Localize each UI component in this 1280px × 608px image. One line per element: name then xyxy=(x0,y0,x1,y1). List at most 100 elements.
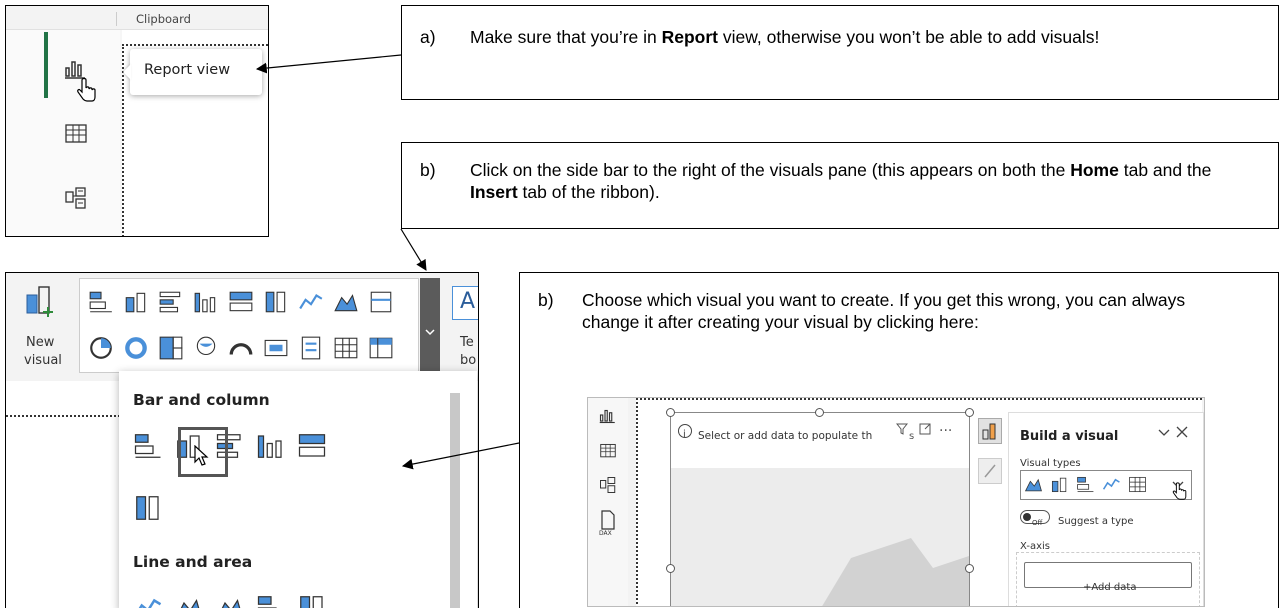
report-view-icon[interactable] xyxy=(599,406,617,424)
ribbon-group-label: Clipboard xyxy=(136,12,191,26)
stacked-column-icon[interactable] xyxy=(1050,475,1069,494)
stacked-bar-icon[interactable] xyxy=(1076,475,1095,494)
dax-label: DAX xyxy=(599,530,612,537)
column-100-icon[interactable] xyxy=(263,289,289,315)
pie-icon[interactable] xyxy=(88,335,114,361)
stacked-column-icon[interactable] xyxy=(123,289,149,315)
new-visual-label-2[interactable]: visual xyxy=(24,353,62,368)
dropdown-scrollbar[interactable] xyxy=(450,393,460,608)
callout-a-text: Make sure that you’re in Report view, ot… xyxy=(470,26,1262,48)
gallery-row-2 xyxy=(88,335,403,361)
gallery-expand-sidebar[interactable] xyxy=(420,278,440,373)
visual-types-row xyxy=(1024,475,1154,497)
more-options-icon[interactable]: ··· xyxy=(939,420,952,442)
treemap-icon[interactable] xyxy=(158,335,184,361)
card-icon[interactable] xyxy=(263,335,289,361)
left-nav xyxy=(6,30,120,236)
stacked-bar-100-icon[interactable] xyxy=(297,431,327,461)
map-icon[interactable] xyxy=(193,335,219,361)
table-view-icon[interactable] xyxy=(599,443,617,459)
screenshot-visuals-gallery: New visual A Te bo Bar and column Line a… xyxy=(5,272,479,608)
callout-a-label: a) xyxy=(420,27,436,47)
callout-a-pre: Make sure that you’re in xyxy=(470,27,662,47)
clustered-column-icon[interactable] xyxy=(193,289,219,315)
resize-handle[interactable] xyxy=(666,564,675,573)
callout-b1-text: Click on the side bar to the right of th… xyxy=(470,159,1262,203)
gauge-icon[interactable] xyxy=(228,335,254,361)
section-line-area: Line and area xyxy=(133,553,253,571)
placeholder-text: Select or add data to populate th xyxy=(698,430,873,442)
area-icon[interactable] xyxy=(174,593,204,608)
resize-handle[interactable] xyxy=(965,564,974,573)
build-visual-icon xyxy=(982,423,996,440)
callout-b1-bold2: Insert xyxy=(470,182,518,202)
line-icon[interactable] xyxy=(133,593,163,608)
pane-title: Build a visual xyxy=(1020,429,1119,444)
table-icon[interactable] xyxy=(1128,475,1147,494)
callout-b1-bold1: Home xyxy=(1070,160,1119,180)
callout-a: a) Make sure that you’re in Report view,… xyxy=(401,5,1279,100)
info-icon-letter: i xyxy=(683,429,686,440)
ribbon-icon[interactable] xyxy=(368,289,394,315)
arrow-cursor-icon xyxy=(194,445,209,466)
stacked-bar-icon[interactable] xyxy=(133,431,163,461)
stacked-bar-icon[interactable] xyxy=(256,593,286,608)
line-area-icons xyxy=(133,593,338,608)
chevron-down-icon[interactable] xyxy=(424,327,436,337)
clustered-bar-icon[interactable] xyxy=(158,289,184,315)
toggle-state: Off xyxy=(1032,519,1043,527)
model-view-icon[interactable] xyxy=(64,186,88,210)
placeholder-area-shape xyxy=(822,538,969,606)
close-icon[interactable] xyxy=(1176,426,1188,438)
clustered-column-icon[interactable] xyxy=(256,431,286,461)
partial-button-label-2: bo xyxy=(460,353,477,368)
new-visual-label-1[interactable]: New xyxy=(26,335,54,350)
filter-trailing: s xyxy=(909,431,915,442)
callout-a-post: view, otherwise you won’t be able to add… xyxy=(718,27,1100,47)
filter-icon[interactable] xyxy=(896,423,908,435)
focus-mode-icon[interactable] xyxy=(919,423,931,435)
column-100-icon[interactable] xyxy=(133,493,163,523)
callout-b1: b) Click on the side bar to the right of… xyxy=(401,142,1279,229)
area-icon[interactable] xyxy=(215,593,245,608)
matrix-icon[interactable] xyxy=(368,335,394,361)
report-view-icon[interactable] xyxy=(64,56,88,80)
suggest-type-label: Suggest a type xyxy=(1058,516,1134,527)
collapse-chevron-icon[interactable] xyxy=(1158,428,1170,438)
add-data-label[interactable]: +Add data xyxy=(1083,577,1136,599)
callout-b1-mid: tab and the xyxy=(1118,160,1212,180)
resize-handle[interactable] xyxy=(815,408,824,417)
tooltip-text: Report view xyxy=(144,62,231,78)
table-view-icon[interactable] xyxy=(64,123,88,145)
resize-handle[interactable] xyxy=(965,408,974,417)
partial-button-label-1: Te xyxy=(460,335,474,350)
new-visual-icon[interactable] xyxy=(24,283,58,317)
model-view-icon[interactable] xyxy=(599,476,617,494)
arrow-b1 xyxy=(400,228,427,271)
area-icon[interactable] xyxy=(1024,475,1043,494)
callout-b2: b) Choose which visual you want to creat… xyxy=(519,272,1279,608)
stacked-bar-100-icon[interactable] xyxy=(228,289,254,315)
donut-icon[interactable] xyxy=(123,335,149,361)
text-box-icon-letter: A xyxy=(460,289,476,314)
column-100-icon[interactable] xyxy=(297,593,327,608)
toggle-knob xyxy=(1023,513,1031,521)
tooltip-pointer xyxy=(123,64,131,80)
bar-column-icons xyxy=(133,431,338,461)
screenshot-build-visual: DAX i Select or add data to populate th … xyxy=(587,397,1205,607)
multirow-card-icon[interactable] xyxy=(298,335,324,361)
line-icon[interactable] xyxy=(298,289,324,315)
table-icon[interactable] xyxy=(333,335,359,361)
callout-b2-label: b) xyxy=(538,290,554,310)
area-icon[interactable] xyxy=(333,289,359,315)
line-icon[interactable] xyxy=(1102,475,1121,494)
section-bar-column: Bar and column xyxy=(133,391,270,409)
callout-b1-label: b) xyxy=(420,160,436,180)
resize-handle[interactable] xyxy=(666,408,675,417)
arrow-a xyxy=(255,54,402,74)
callout-b1-pre: Click on the side bar to the right of th… xyxy=(470,160,1071,180)
stacked-bar-icon[interactable] xyxy=(88,289,114,315)
active-view-indicator xyxy=(44,32,48,98)
format-brush-icon xyxy=(984,464,996,478)
screenshot-report-view: Clipboard Report view xyxy=(5,5,269,237)
